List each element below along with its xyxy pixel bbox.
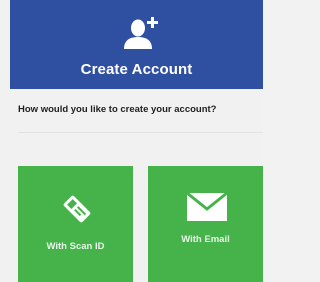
scan-id-button[interactable]: With Scan ID	[18, 166, 133, 282]
email-button[interactable]: With Email	[148, 166, 263, 282]
header-bar: Create Account	[10, 0, 263, 89]
divider	[18, 132, 263, 133]
page-title: Create Account	[80, 61, 193, 78]
email-label: With Email	[181, 234, 230, 245]
id-card-icon	[63, 195, 91, 223]
envelope-icon	[186, 191, 228, 221]
scan-id-label: With Scan ID	[46, 241, 105, 252]
create-account-question: How would you like to create your accoun…	[18, 104, 217, 115]
create-account-screen: Create Account How would you like to cre…	[0, 0, 263, 282]
add-user-icon	[124, 17, 158, 49]
